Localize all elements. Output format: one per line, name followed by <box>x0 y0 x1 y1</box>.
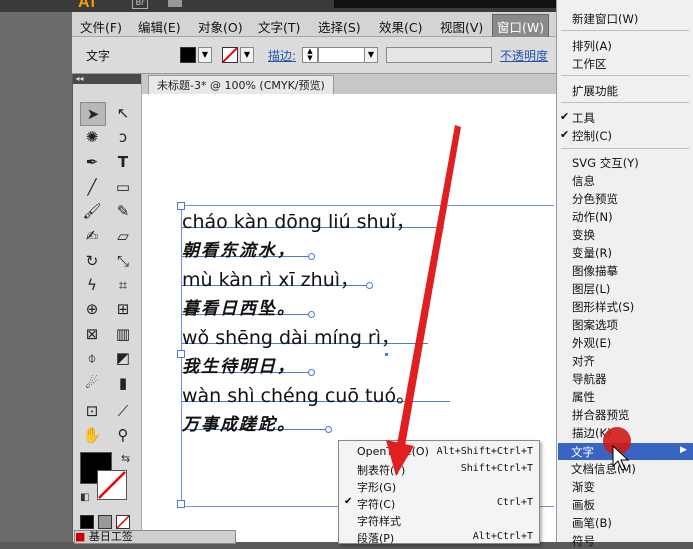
annotation-overlay <box>386 125 631 476</box>
annotation-arrow-shaft <box>396 125 461 452</box>
annotation-arrow-head <box>386 440 414 476</box>
